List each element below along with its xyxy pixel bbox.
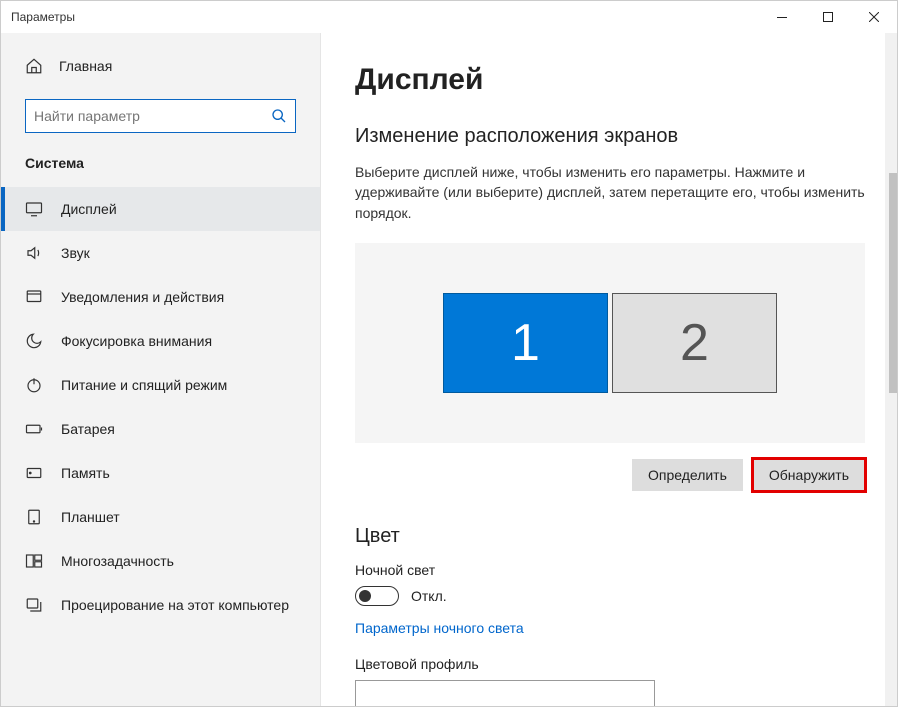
main-content: Дисплей Изменение расположения экранов В… [321,33,897,706]
search-icon [271,108,287,124]
nav-multitasking[interactable]: Многозадачность [1,539,320,583]
sidebar: Главная Система Дисплей Звук [1,33,321,706]
maximize-button[interactable] [805,1,851,33]
scrollbar[interactable] [885,33,897,706]
storage-icon [25,464,43,482]
detect-button[interactable]: Обнаружить [753,459,865,491]
nav-label: Фокусировка внимания [61,333,212,349]
project-icon [25,596,43,614]
home-icon [25,57,43,75]
notification-icon [25,288,43,306]
arrange-heading: Изменение расположения экранов [355,125,873,148]
nav-power[interactable]: Питание и спящий режим [1,363,320,407]
monitor-icon [25,200,43,218]
nav-storage[interactable]: Память [1,451,320,495]
nav-display[interactable]: Дисплей [1,187,320,231]
multitask-icon [25,552,43,570]
nav: Дисплей Звук Уведомления и действия Фоку… [1,187,320,627]
identify-button[interactable]: Определить [632,459,743,491]
section-title: Система [1,155,320,171]
minimize-button[interactable] [759,1,805,33]
page-title: Дисплей [355,63,873,97]
night-light-settings-link[interactable]: Параметры ночного света [355,620,524,636]
power-icon [25,376,43,394]
nav-sound[interactable]: Звук [1,231,320,275]
color-heading: Цвет [355,525,873,548]
nav-label: Дисплей [61,201,117,217]
titlebar: Параметры [1,1,897,33]
toggle-state: Откл. [411,588,447,604]
search-input[interactable] [34,108,271,124]
nav-label: Питание и спящий режим [61,377,227,393]
monitor-2[interactable]: 2 [612,293,777,393]
nav-notifications[interactable]: Уведомления и действия [1,275,320,319]
close-button[interactable] [851,1,897,33]
color-profile-label: Цветовой профиль [355,656,873,672]
monitor-1[interactable]: 1 [443,293,608,393]
nav-label: Планшет [61,509,120,525]
home-label: Главная [59,58,112,74]
nav-label: Звук [61,245,90,261]
nav-label: Память [61,465,110,481]
nav-label: Многозадачность [61,553,174,569]
search-box[interactable] [25,99,296,133]
tablet-icon [25,508,43,526]
night-light-toggle[interactable] [355,586,399,606]
moon-icon [25,332,43,350]
arrange-help: Выберите дисплей ниже, чтобы изменить ег… [355,162,865,223]
window-title: Параметры [11,10,75,24]
nav-battery[interactable]: Батарея [1,407,320,451]
nav-projecting[interactable]: Проецирование на этот компьютер [1,583,320,627]
nav-label: Уведомления и действия [61,289,224,305]
nav-label: Проецирование на этот компьютер [61,597,289,613]
nav-tablet[interactable]: Планшет [1,495,320,539]
home-nav[interactable]: Главная [1,51,320,81]
battery-icon [25,420,43,438]
nav-focus[interactable]: Фокусировка внимания [1,319,320,363]
scrollbar-thumb[interactable] [889,173,897,393]
display-arrange-area[interactable]: 1 2 [355,243,865,443]
speaker-icon [25,244,43,262]
nav-label: Батарея [61,421,115,437]
color-profile-dropdown[interactable] [355,680,655,706]
night-light-label: Ночной свет [355,562,873,578]
